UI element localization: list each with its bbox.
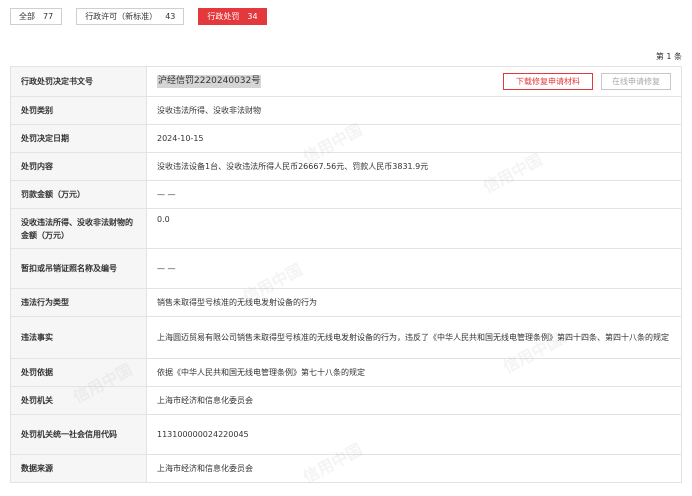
tab-label: 全部 — [19, 12, 35, 21]
tab-admin-license[interactable]: 行政许可（新标准） 43 — [76, 8, 185, 25]
tab-count: 34 — [247, 12, 258, 21]
row-key: 违法事实 — [10, 316, 147, 359]
repair-actions: 下载修复申请材料 在线申请修复 — [503, 72, 671, 90]
row-value: 上海圆迈贸易有限公司销售未取得型号核准的无线电发射设备的行为，违反了《中华人民共… — [146, 316, 682, 359]
row-key: 处罚类别 — [10, 96, 147, 125]
table-row: 处罚机关 上海市经济和信息化委员会 — [10, 386, 682, 415]
row-key: 违法行为类型 — [10, 288, 147, 317]
penalty-detail-table: 行政处罚决定书文号 沪经信罚2220240032号 下载修复申请材料 在线申请修… — [10, 66, 682, 483]
row-value: 上海市经济和信息化委员会 — [146, 454, 682, 483]
tab-label: 行政处罚 — [207, 12, 240, 21]
table-row: 违法事实 上海圆迈贸易有限公司销售未取得型号核准的无线电发射设备的行为，违反了《… — [10, 316, 682, 359]
table-row: 数据来源 上海市经济和信息化委员会 — [10, 454, 682, 483]
table-row: 没收违法所得、没收非法财物的金额（万元） 0.0 — [10, 208, 682, 249]
filter-tabs: 全部 77 行政许可（新标准） 43 行政处罚 34 — [10, 8, 267, 25]
row-key: 暂扣或吊销证照名称及编号 — [10, 248, 147, 289]
row-key: 行政处罚决定书文号 — [10, 66, 147, 97]
download-repair-materials-button[interactable]: 下载修复申请材料 — [503, 72, 593, 90]
row-value: 0.0 — [146, 208, 682, 249]
tab-label: 行政许可（新标准） — [85, 12, 158, 21]
row-key: 处罚决定日期 — [10, 124, 147, 153]
row-key: 数据来源 — [10, 454, 147, 483]
table-row: 处罚决定日期 2024-10-15 — [10, 124, 682, 153]
tab-count: 43 — [165, 12, 176, 21]
row-key: 罚款金额（万元） — [10, 180, 147, 209]
table-row: 处罚依据 依据《中华人民共和国无线电管理条例》第七十八条的规定 — [10, 358, 682, 387]
row-key: 没收违法所得、没收非法财物的金额（万元） — [10, 208, 147, 249]
row-key: 处罚机关 — [10, 386, 147, 415]
decision-number: 沪经信罚2220240032号 — [157, 74, 262, 88]
table-row: 处罚内容 没收违法设备1台、没收违法所得人民币26667.56元、罚款人民币38… — [10, 152, 682, 181]
row-value: 依据《中华人民共和国无线电管理条例》第七十八条的规定 — [146, 358, 682, 387]
table-row: 罚款金额（万元） — — — [10, 180, 682, 209]
table-row: 处罚机关统一社会信用代码 11310000002422004​5 — [10, 414, 682, 455]
row-value: 2024-10-15 — [146, 124, 682, 153]
row-key: 处罚内容 — [10, 152, 147, 181]
tab-admin-penalty[interactable]: 行政处罚 34 — [198, 8, 267, 25]
table-row: 违法行为类型 销售未取得型号核准的无线电发射设备的行为 — [10, 288, 682, 317]
row-key: 处罚依据 — [10, 358, 147, 387]
table-row: 暂扣或吊销证照名称及编号 — — — [10, 248, 682, 289]
row-value: 11310000002422004​5 — [146, 414, 682, 455]
table-row: 行政处罚决定书文号 沪经信罚2220240032号 下载修复申请材料 在线申请修… — [10, 66, 682, 97]
row-value: 上海市经济和信息化委员会 — [146, 386, 682, 415]
row-value: — — — [146, 180, 682, 209]
row-value: 销售未取得型号核准的无线电发射设备的行为 — [146, 288, 682, 317]
record-index: 第 1 条 — [655, 52, 682, 61]
row-value: — — — [146, 248, 682, 289]
tab-count: 77 — [43, 12, 54, 21]
online-repair-button[interactable]: 在线申请修复 — [601, 72, 671, 90]
row-value: 沪经信罚2220240032号 下载修复申请材料 在线申请修复 — [146, 66, 682, 97]
row-value: 没收违法所得、没收非法财物 — [146, 96, 682, 125]
table-row: 处罚类别 没收违法所得、没收非法财物 — [10, 96, 682, 125]
row-value: 没收违法设备1台、没收违法所得人民币26667.56元、罚款人民币3831.9元 — [146, 152, 682, 181]
row-key: 处罚机关统一社会信用代码 — [10, 414, 147, 455]
tab-all[interactable]: 全部 77 — [10, 8, 63, 25]
